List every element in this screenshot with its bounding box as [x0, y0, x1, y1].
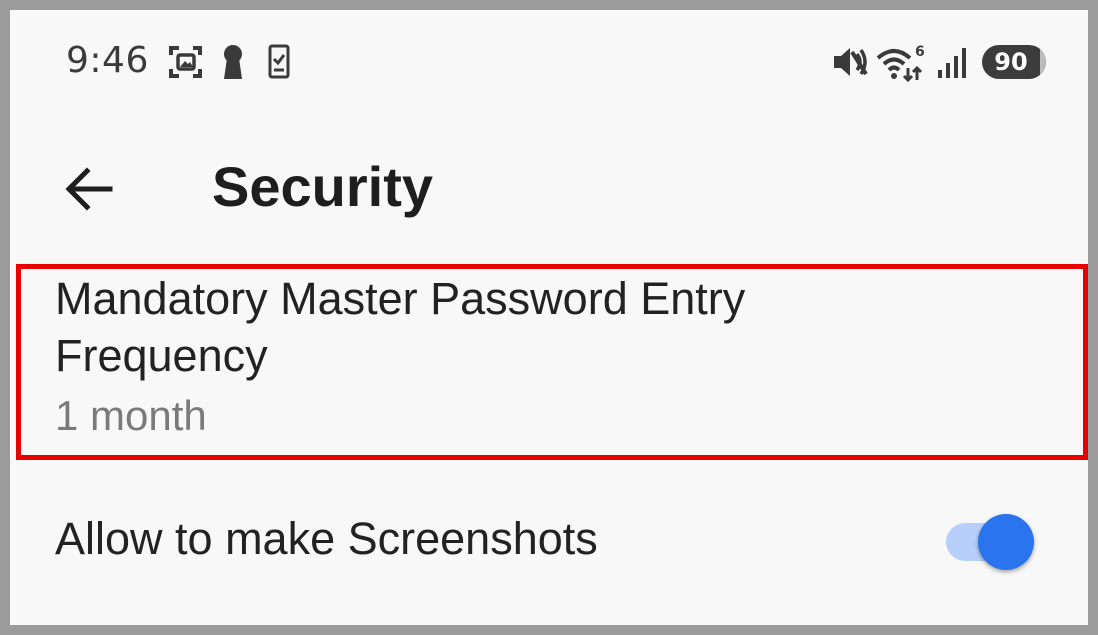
screenshots-toggle[interactable] [942, 514, 1034, 570]
app-bar: Security [10, 140, 1088, 250]
setting-summary: 1 month [55, 392, 207, 439]
wifi-icon: 6 [876, 44, 926, 82]
network-badge: 6 [915, 44, 925, 60]
battery-stub [1040, 45, 1046, 79]
setting-title: Mandatory Master Password Entry Frequenc… [55, 273, 746, 381]
setting-password-frequency[interactable]: Mandatory Master Password Entry Frequenc… [10, 262, 1088, 456]
arrow-left-icon [65, 167, 113, 211]
back-button[interactable] [54, 154, 124, 224]
battery-icon: 90 [982, 45, 1046, 79]
setting-allow-screenshots[interactable]: Allow to make Screenshots [10, 488, 1088, 588]
phone-screen: 9:46 6 90 Security Mandatory Master Pass… [10, 10, 1088, 625]
keyhole-icon [220, 44, 246, 80]
setting-title: Allow to make Screenshots [55, 513, 598, 564]
status-time: 9:46 [66, 40, 149, 81]
toggle-thumb [978, 514, 1034, 570]
battery-level: 90 [994, 48, 1028, 76]
page-title: Security [212, 155, 433, 218]
phone-check-icon [268, 44, 290, 80]
signal-icon [936, 44, 970, 80]
status-bar: 9:46 6 90 [10, 10, 1088, 120]
screenshot-icon [168, 44, 204, 80]
vibrate-mute-icon [830, 44, 870, 80]
